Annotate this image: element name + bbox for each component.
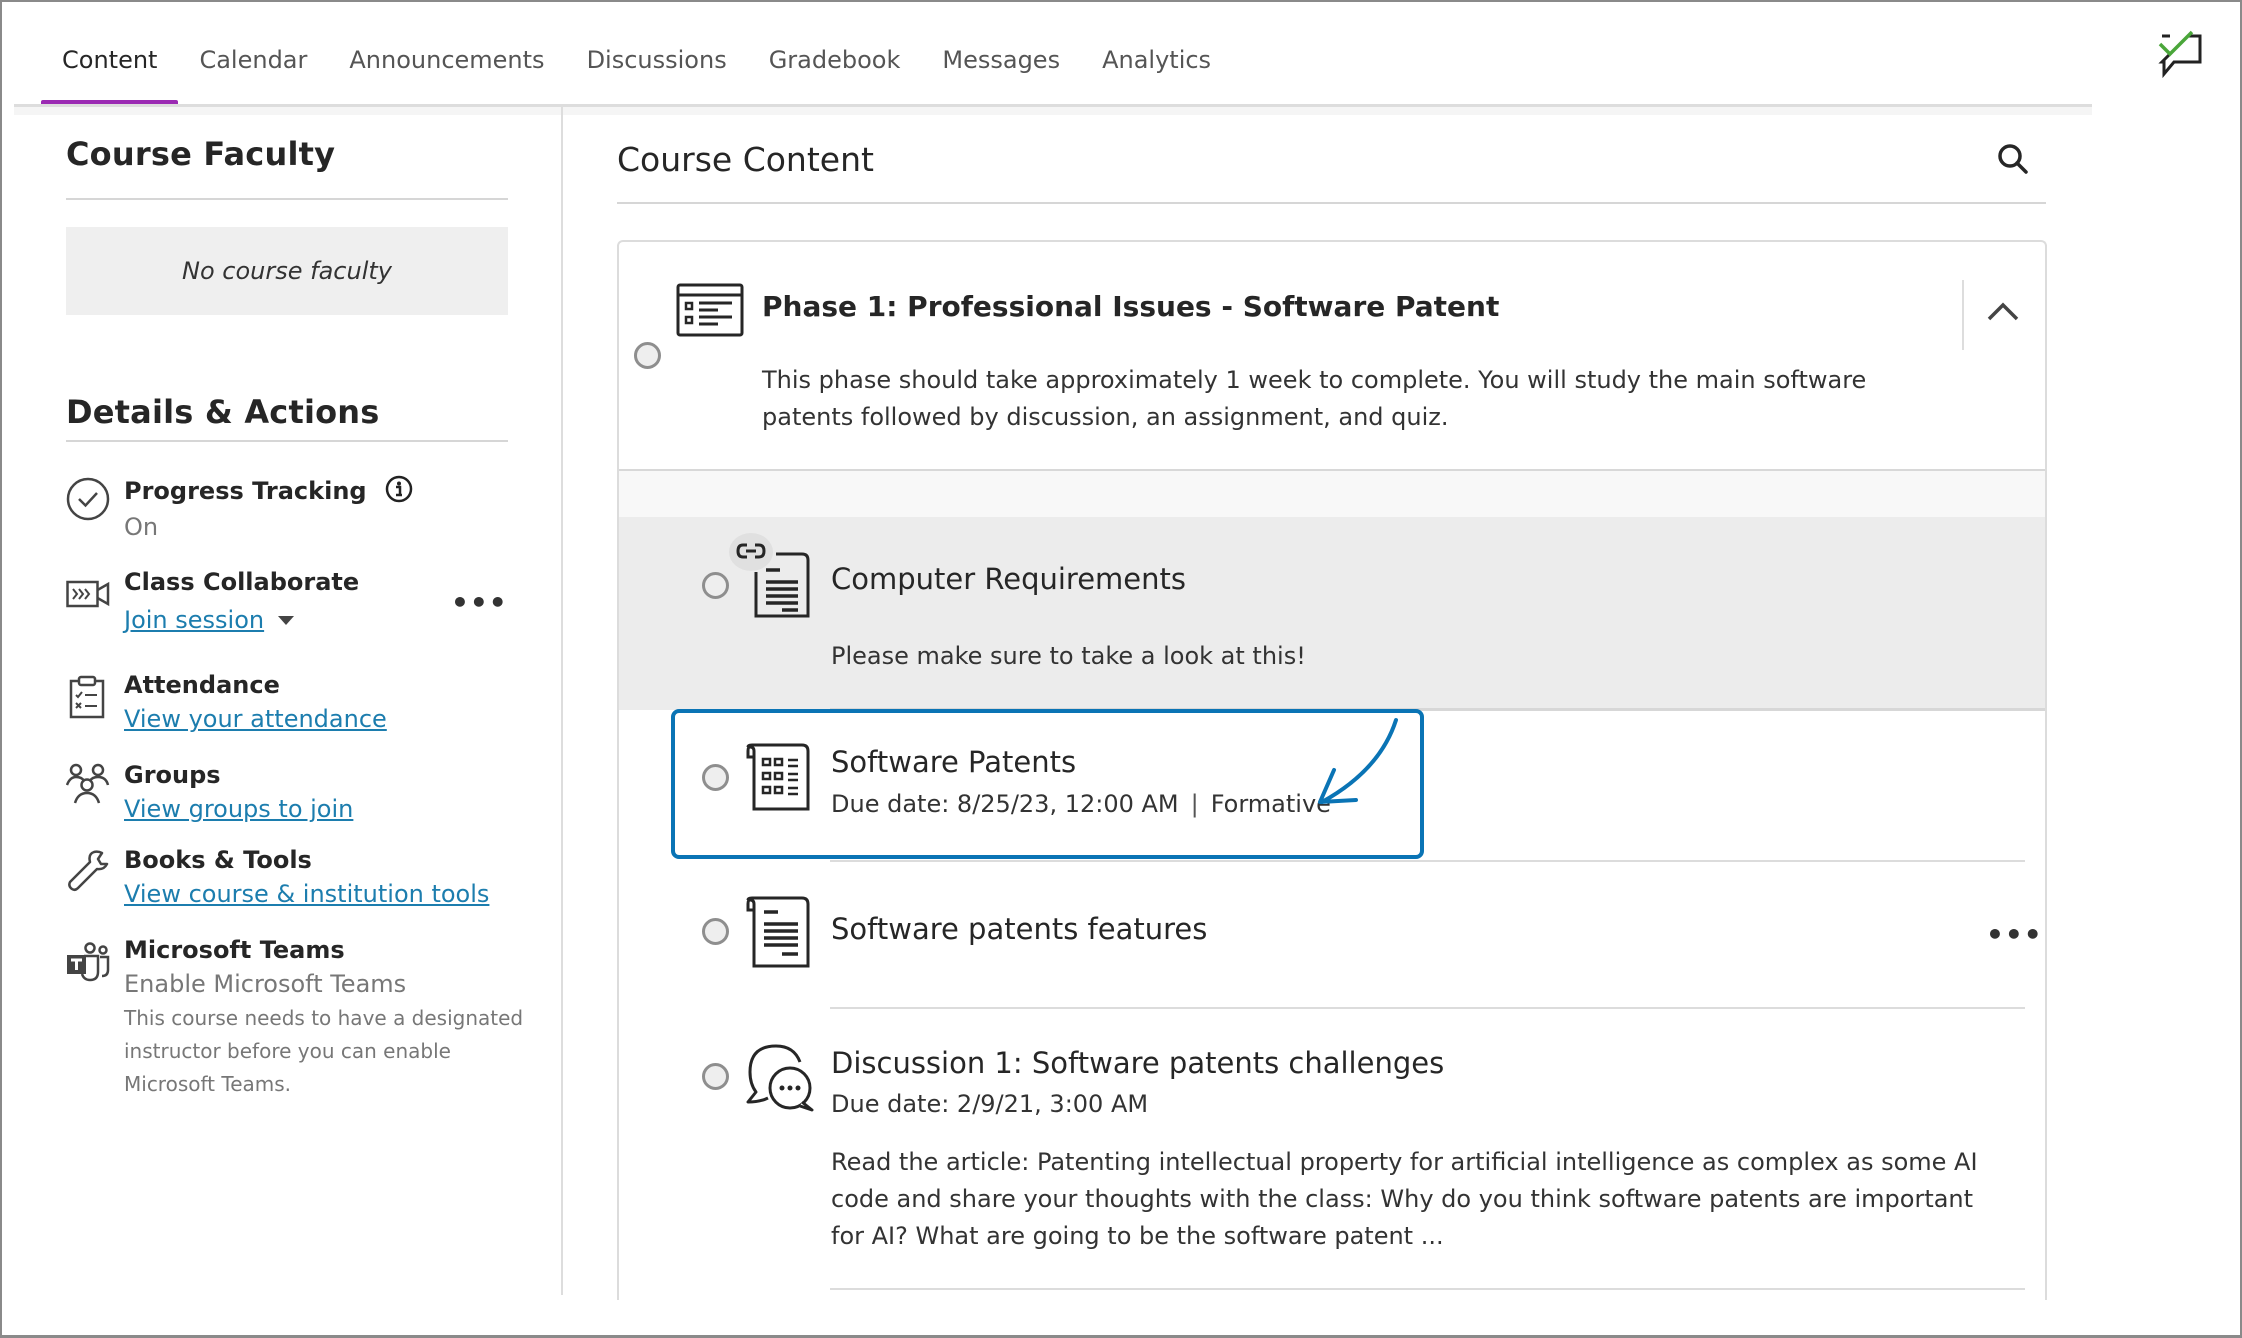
view-groups-link[interactable]: View groups to join bbox=[124, 795, 353, 823]
attendance-title: Attendance bbox=[124, 671, 280, 699]
teams-note: This course needs to have a designated i… bbox=[124, 1006, 524, 1096]
tab-content[interactable]: Content bbox=[41, 40, 179, 107]
chevron-up-icon[interactable] bbox=[1986, 300, 2020, 322]
info-icon[interactable] bbox=[385, 475, 413, 503]
view-tools-link[interactable]: View course & institution tools bbox=[124, 880, 489, 908]
discussion-icon bbox=[746, 1044, 814, 1112]
computer-requirements-title[interactable]: Computer Requirements bbox=[831, 562, 1186, 596]
learning-module-icon bbox=[676, 283, 744, 337]
progress-tracking-label: Progress Tracking bbox=[124, 477, 367, 505]
search-icon[interactable] bbox=[1996, 142, 2030, 176]
discussion-due-date: Due date: 2/9/21, 3:00 AM bbox=[831, 1090, 1149, 1118]
course-nav-tabs: Content Calendar Announcements Discussio… bbox=[41, 40, 1232, 107]
course-content-rule bbox=[617, 202, 2046, 204]
row-separator bbox=[830, 1007, 2025, 1009]
row-separator bbox=[830, 860, 2025, 862]
enable-teams-text: Enable Microsoft Teams bbox=[124, 970, 407, 998]
groups-icon bbox=[66, 763, 110, 804]
wrench-icon bbox=[68, 850, 109, 892]
faculty-rule bbox=[66, 198, 508, 200]
course-content-title: Course Content bbox=[617, 140, 874, 179]
phase-gap bbox=[619, 471, 2045, 517]
collaborate-more-button[interactable]: ••• bbox=[451, 589, 508, 617]
item-progress-radio[interactable] bbox=[702, 918, 729, 945]
phase-description: This phase should take approximately 1 w… bbox=[762, 366, 1867, 431]
join-session-link[interactable]: Join session bbox=[124, 606, 295, 634]
phase-title[interactable]: Phase 1: Professional Issues - Software … bbox=[762, 290, 1499, 323]
clipboard-icon bbox=[69, 675, 105, 719]
progress-tracking-title: Progress Tracking bbox=[124, 475, 413, 505]
progress-tracking-status: On bbox=[124, 513, 159, 541]
view-attendance-link[interactable]: View your attendance bbox=[124, 705, 387, 733]
row-separator bbox=[830, 1288, 2025, 1290]
discussion-title[interactable]: Discussion 1: Software patents challenge… bbox=[831, 1046, 1444, 1080]
tab-calendar[interactable]: Calendar bbox=[178, 40, 328, 106]
item-more-button[interactable]: ••• bbox=[1986, 921, 2043, 949]
books-tools-title: Books & Tools bbox=[124, 846, 312, 874]
document-icon bbox=[746, 896, 810, 968]
class-collaborate-title: Class Collaborate bbox=[124, 568, 360, 596]
collapse-divider bbox=[1962, 280, 1964, 350]
computer-requirements-row[interactable] bbox=[619, 517, 2045, 710]
course-faculty-title: Course Faculty bbox=[66, 135, 336, 173]
panel-divider bbox=[561, 107, 563, 1295]
no-faculty-text: No course faculty bbox=[182, 257, 392, 285]
check-circle-icon bbox=[66, 477, 110, 521]
tab-discussions[interactable]: Discussions bbox=[566, 40, 748, 106]
teams-icon bbox=[67, 942, 110, 982]
feedback-check-icon[interactable] bbox=[2152, 28, 2210, 84]
document-link-icon bbox=[754, 552, 810, 618]
join-session-label: Join session bbox=[124, 606, 265, 634]
item-progress-radio[interactable] bbox=[702, 572, 729, 599]
nav-shadow bbox=[14, 107, 2092, 115]
item-progress-radio[interactable] bbox=[702, 1063, 729, 1090]
details-actions-title: Details & Actions bbox=[66, 393, 380, 431]
groups-title: Groups bbox=[124, 761, 221, 789]
computer-requirements-description: Please make sure to take a look at this! bbox=[831, 642, 1306, 670]
tab-analytics[interactable]: Analytics bbox=[1081, 40, 1232, 106]
annotation-arrow-icon bbox=[1318, 718, 1398, 804]
teams-title: Microsoft Teams bbox=[124, 936, 345, 964]
discussion-description: Read the article: Patenting intellectual… bbox=[831, 1148, 1978, 1250]
software-patents-features-title[interactable]: Software patents features bbox=[831, 912, 1207, 946]
no-faculty-placeholder: No course faculty bbox=[66, 227, 508, 315]
tab-announcements[interactable]: Announcements bbox=[328, 40, 565, 106]
tab-messages[interactable]: Messages bbox=[921, 40, 1081, 106]
join-session-dropdown-icon[interactable] bbox=[278, 616, 295, 625]
video-camera-icon bbox=[66, 580, 110, 608]
tab-gradebook[interactable]: Gradebook bbox=[748, 40, 922, 106]
details-rule bbox=[66, 440, 508, 442]
phase-progress-radio[interactable] bbox=[634, 342, 661, 369]
